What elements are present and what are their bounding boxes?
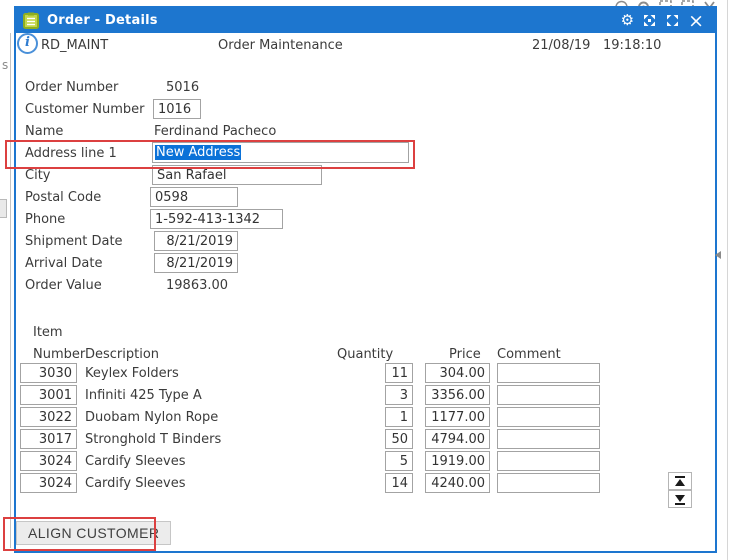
item-comment-field[interactable] bbox=[497, 385, 600, 405]
screen-title: Order Maintenance bbox=[218, 38, 343, 53]
item-number-field[interactable] bbox=[20, 451, 77, 471]
col-header-price: Price bbox=[449, 347, 481, 362]
col-header-quantity: Quantity bbox=[337, 347, 393, 362]
settings-gear-icon[interactable]: ⚙ bbox=[621, 13, 634, 28]
name-label: Name bbox=[25, 124, 63, 139]
scroll-to-bottom-icon bbox=[674, 494, 686, 505]
align-customer-button[interactable]: ALIGN CUSTOMER bbox=[16, 521, 171, 545]
header-time: 19:18:10 bbox=[603, 38, 661, 53]
window-titlebar: Order - Details ⚙ × bbox=[16, 8, 715, 33]
postal-code-label: Postal Code bbox=[25, 190, 101, 205]
order-value-value: 19863.00 bbox=[166, 278, 228, 293]
item-quantity-field[interactable] bbox=[385, 473, 413, 493]
scroll-to-top-icon bbox=[674, 476, 686, 487]
shipment-date-field[interactable] bbox=[154, 231, 238, 251]
item-price-field[interactable] bbox=[425, 451, 490, 471]
arrival-date-field[interactable] bbox=[154, 253, 238, 273]
info-icon[interactable]: i bbox=[17, 33, 38, 54]
phone-label: Phone bbox=[25, 212, 65, 227]
postal-code-field[interactable] bbox=[150, 187, 238, 207]
item-comment-field[interactable] bbox=[497, 473, 600, 493]
item-description: Cardify Sleeves bbox=[85, 476, 186, 491]
city-field[interactable] bbox=[152, 165, 322, 185]
col-header-comment: Comment bbox=[497, 347, 561, 362]
item-comment-field[interactable] bbox=[497, 429, 600, 449]
address-line1-field[interactable]: New Address bbox=[152, 142, 409, 163]
background-right-edge bbox=[727, 0, 728, 560]
shipment-date-label: Shipment Date bbox=[25, 234, 123, 249]
background-splitter-tab bbox=[0, 199, 7, 218]
city-label: City bbox=[25, 168, 50, 183]
order-number-value: 5016 bbox=[166, 80, 199, 95]
item-description: Infiniti 425 Type A bbox=[85, 388, 202, 403]
arrival-date-label: Arrival Date bbox=[25, 256, 102, 271]
item-description: Stronghold T Binders bbox=[85, 432, 221, 447]
panel-collapse-left-icon[interactable] bbox=[714, 250, 722, 260]
item-quantity-field[interactable] bbox=[385, 385, 413, 405]
item-price-field[interactable] bbox=[425, 473, 490, 493]
background-text-fragment: s bbox=[2, 58, 8, 72]
name-value: Ferdinand Pacheco bbox=[154, 124, 276, 139]
item-description: Cardify Sleeves bbox=[85, 454, 186, 469]
item-price-field[interactable] bbox=[425, 429, 490, 449]
item-number-field[interactable] bbox=[20, 429, 77, 449]
item-quantity-field[interactable] bbox=[385, 363, 413, 383]
item-price-field[interactable] bbox=[425, 385, 490, 405]
selected-text: New Address bbox=[155, 145, 241, 160]
customer-number-label: Customer Number bbox=[25, 102, 145, 117]
item-comment-field[interactable] bbox=[497, 407, 600, 427]
item-comment-field[interactable] bbox=[497, 363, 600, 383]
scroll-to-top-button[interactable] bbox=[668, 472, 692, 490]
header-date: 21/08/19 bbox=[532, 38, 590, 53]
col-header-description: Description bbox=[85, 347, 159, 362]
item-description: Duobam Nylon Rope bbox=[85, 410, 218, 425]
item-price-field[interactable] bbox=[425, 407, 490, 427]
window-title: Order - Details bbox=[47, 13, 158, 28]
item-price-field[interactable] bbox=[425, 363, 490, 383]
close-icon[interactable]: × bbox=[688, 13, 704, 29]
order-value-label: Order Value bbox=[25, 278, 102, 293]
item-number-field[interactable] bbox=[20, 407, 77, 427]
item-section-label: Item bbox=[33, 325, 63, 340]
item-number-field[interactable] bbox=[20, 473, 77, 493]
item-description: Keylex Folders bbox=[85, 366, 179, 381]
order-number-label: Order Number bbox=[25, 80, 118, 95]
item-number-field[interactable] bbox=[20, 363, 77, 383]
phone-field[interactable] bbox=[150, 209, 283, 229]
customer-number-field[interactable] bbox=[153, 99, 201, 119]
item-comment-field[interactable] bbox=[497, 451, 600, 471]
order-document-icon bbox=[23, 12, 39, 29]
scroll-to-bottom-button[interactable] bbox=[668, 490, 692, 508]
item-quantity-field[interactable] bbox=[385, 429, 413, 449]
background-panel-edge bbox=[10, 33, 11, 548]
col-header-number: Number bbox=[33, 347, 85, 362]
expand-alt-icon[interactable] bbox=[665, 13, 680, 28]
order-details-window: Order - Details ⚙ × i RD_MAINT Order Mai… bbox=[14, 6, 717, 553]
item-number-field[interactable] bbox=[20, 385, 77, 405]
item-quantity-field[interactable] bbox=[385, 407, 413, 427]
program-name: RD_MAINT bbox=[41, 38, 108, 53]
expand-icon[interactable] bbox=[642, 13, 657, 28]
address-line1-label: Address line 1 bbox=[25, 146, 117, 161]
item-quantity-field[interactable] bbox=[385, 451, 413, 471]
